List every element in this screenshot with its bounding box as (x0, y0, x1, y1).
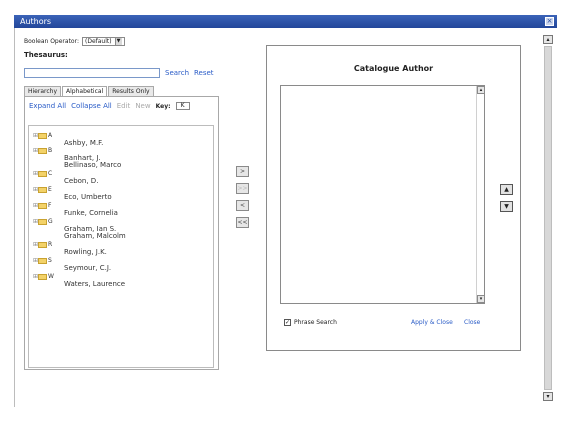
tree-folder-b[interactable]: ⊞ B (33, 147, 52, 155)
folder-icon (38, 171, 47, 177)
close-icon[interactable]: × (545, 17, 554, 26)
phrase-search-row: ✓ Phrase Search (284, 319, 337, 326)
tree-folder-g[interactable]: ⊞ G (33, 218, 53, 226)
tree-folder-r[interactable]: ⊞ R (33, 241, 52, 249)
remove-selected-button[interactable]: < (236, 200, 249, 211)
tree-entry[interactable]: Seymour, C.J. (64, 264, 111, 272)
expand-all-link[interactable]: Expand All (29, 102, 66, 110)
tree-entry[interactable]: Eco, Umberto (64, 193, 112, 201)
tree-entry[interactable]: Waters, Laurence (64, 280, 125, 288)
up-arrow-icon[interactable]: ▲ (500, 184, 513, 195)
list-vertical-scrollbar[interactable]: ▴ ▾ (476, 86, 485, 303)
key-label: Key: (155, 102, 171, 110)
apply-close-link[interactable]: Apply & Close (411, 319, 453, 326)
scroll-thumb[interactable] (544, 46, 552, 390)
tree-entry[interactable]: Rowling, J.K. (64, 248, 107, 256)
scroll-down-icon[interactable]: ▾ (543, 392, 553, 401)
tree-panel: Expand All Collapse All Edit New Key: K … (24, 96, 219, 370)
panel-title: Catalogue Author (353, 64, 434, 73)
add-all-button[interactable]: >> (236, 183, 249, 194)
folder-icon (38, 203, 47, 209)
tree-view: ⊞ A Ashby, M.F. ⊞ B Banhart, J. Bellinaso,… (28, 125, 214, 368)
folder-icon (38, 258, 47, 264)
thesaurus-search-link[interactable]: Search (165, 69, 189, 77)
tree-folder-e[interactable]: ⊞ E (33, 186, 52, 194)
edit-link: Edit (116, 102, 131, 110)
tree-toolbar: Expand All Collapse All Edit New Key: K (29, 102, 195, 110)
tab-bar: Hierarchy Alphabetical Results Only (24, 86, 155, 97)
boolean-operator-label: Boolean Operator: (24, 37, 79, 45)
window-title: Authors (20, 17, 52, 26)
tree-entry[interactable]: Graham, Malcolm (64, 232, 126, 240)
folder-icon (38, 133, 47, 139)
phrase-search-label: Phrase Search (294, 319, 337, 326)
boolean-operator-row: Boolean Operator: (Default) ▼ (24, 36, 125, 46)
thesaurus-reset-link[interactable]: Reset (194, 69, 214, 77)
thesaurus-label: Thesaurus: (24, 51, 68, 59)
catalogue-author-panel: Catalogue Author ▴ ▾ ✓ Phrase Search App… (266, 45, 521, 351)
key-select[interactable]: K (175, 102, 190, 110)
scroll-up-icon[interactable]: ▴ (477, 86, 485, 94)
remove-all-button[interactable]: << (236, 217, 249, 228)
tree-folder-a[interactable]: ⊞ A (33, 132, 52, 140)
tree-entry[interactable]: Funke, Cornelia (64, 209, 118, 217)
down-arrow-icon[interactable]: ▼ (500, 201, 513, 212)
folder-icon (38, 219, 47, 225)
boolean-operator-value: (Default) (84, 37, 112, 45)
folder-icon (38, 187, 47, 193)
tree-entry[interactable]: Cebon, D. (64, 177, 98, 185)
folder-icon (38, 148, 47, 154)
scroll-up-icon[interactable]: ▴ (543, 35, 553, 44)
new-link: New (135, 102, 151, 110)
tree-folder-f[interactable]: ⊞ F (33, 202, 51, 210)
add-selected-button[interactable]: > (236, 166, 249, 177)
boolean-operator-select[interactable]: (Default) ▼ (81, 36, 125, 46)
tree-folder-c[interactable]: ⊞ C (33, 170, 52, 178)
window-titlebar: Authors × (14, 15, 557, 28)
phrase-search-checkbox[interactable]: ✓ (284, 319, 291, 326)
tab-hierarchy[interactable]: Hierarchy (24, 86, 62, 96)
scroll-down-icon[interactable]: ▾ (477, 295, 485, 303)
selected-authors-list[interactable]: ▴ ▾ (280, 85, 485, 304)
tree-entry[interactable]: Bellinaso, Marco (64, 161, 121, 169)
tree-entry[interactable]: Ashby, M.F. (64, 139, 103, 147)
tree-folder-w[interactable]: ⊞ W (33, 273, 54, 281)
dialog-vertical-scrollbar[interactable]: ▴ ▾ (543, 35, 553, 401)
tab-results-only[interactable]: Results Only (108, 86, 154, 96)
tree-folder-s[interactable]: ⊞ S (33, 257, 52, 265)
close-link[interactable]: Close (464, 319, 480, 326)
chevron-down-icon[interactable]: ▼ (114, 37, 122, 45)
thesaurus-input[interactable] (24, 68, 160, 78)
folder-icon (38, 274, 47, 280)
collapse-all-link[interactable]: Collapse All (71, 102, 112, 110)
folder-icon (38, 242, 47, 248)
